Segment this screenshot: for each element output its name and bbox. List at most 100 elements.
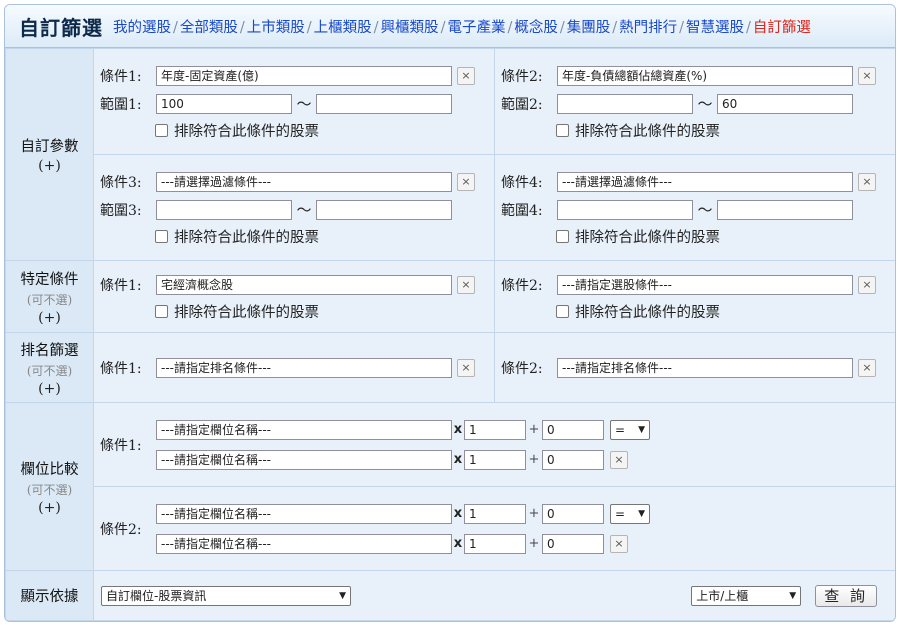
- nav-smart-picks[interactable]: 智慧選股: [686, 20, 744, 36]
- condition-select[interactable]: 年度-固定資產(億): [156, 65, 452, 86]
- nav-custom-filter[interactable]: 自訂篩選: [753, 20, 811, 36]
- market-select[interactable]: 上市/上櫃 ▼: [691, 585, 802, 606]
- ranking-select[interactable]: ---請指定排名條件---: [557, 357, 853, 378]
- compare-add-toggle[interactable]: (+): [6, 500, 93, 516]
- nav-concept-stocks[interactable]: 概念股: [514, 20, 558, 36]
- custom-params-label-cell: 自訂參數 (+): [5, 48, 94, 261]
- multiplier-a-input[interactable]: 1: [464, 503, 526, 524]
- condition-select[interactable]: 宅經濟概念股: [156, 274, 452, 295]
- display-label: 顯示依據: [20, 589, 79, 605]
- multiply-sign: x: [453, 536, 463, 551]
- exclude-checkbox[interactable]: [155, 305, 168, 318]
- nav-all-sectors[interactable]: 全部類股: [180, 20, 238, 36]
- clear-condition-button[interactable]: ×: [610, 450, 628, 469]
- range-min-input[interactable]: [557, 199, 693, 220]
- operator-select[interactable]: = ▼: [610, 503, 650, 524]
- clear-condition-button[interactable]: ×: [457, 172, 475, 191]
- clear-condition-button[interactable]: ×: [858, 66, 876, 85]
- nav-separator: /: [679, 19, 685, 36]
- category-nav: 我的選股 / 全部類股 / 上市類股 / 上櫃類股 / 興櫃類股 / 電子產業 / 概念股 / 集團股 / 熱門…: [113, 16, 811, 37]
- range-min-input[interactable]: [156, 199, 292, 220]
- field-b-select[interactable]: ---請指定欄位名稱---: [156, 449, 452, 470]
- condition-select[interactable]: ---請選擇過濾條件---: [557, 171, 853, 192]
- nav-separator: /: [173, 19, 178, 36]
- condition-label: 條件2:: [501, 360, 543, 377]
- clear-condition-button[interactable]: ×: [457, 66, 475, 85]
- condition-select[interactable]: ---請選擇過濾條件---: [156, 171, 452, 192]
- condition-select[interactable]: 年度-負債總額佔總資產(%): [557, 65, 853, 86]
- custom-params-add-toggle[interactable]: (+): [6, 158, 93, 174]
- range-min-input[interactable]: 100: [156, 93, 292, 114]
- exclude-label: 排除符合此條件的股票: [575, 230, 720, 246]
- plus-sign: +: [528, 506, 540, 521]
- display-label-cell: 顯示依據: [5, 570, 94, 621]
- range-max-input[interactable]: [316, 93, 452, 114]
- multiplier-b-input[interactable]: 1: [464, 449, 526, 470]
- offset-b-input[interactable]: 0: [542, 533, 604, 554]
- range-min-input[interactable]: [557, 93, 693, 114]
- query-button[interactable]: 查 詢: [815, 584, 877, 607]
- exclude-checkbox[interactable]: [155, 124, 168, 137]
- display-columns-select[interactable]: 自訂欄位-股票資訊 ▼: [101, 585, 351, 606]
- operator-select[interactable]: = ▼: [610, 419, 650, 440]
- condition-select[interactable]: ---請指定選股條件---: [557, 274, 853, 295]
- nav-separator: /: [373, 19, 379, 36]
- clear-condition-button[interactable]: ×: [457, 358, 475, 377]
- multiply-sign: x: [453, 452, 463, 467]
- condition-label: 條件1:: [100, 68, 142, 85]
- specific-label: 特定條件: [20, 271, 79, 288]
- exclude-checkbox[interactable]: [155, 230, 168, 243]
- ranking-add-toggle[interactable]: (+): [6, 381, 93, 397]
- field-a-select[interactable]: ---請指定欄位名稱---: [156, 419, 452, 440]
- chevron-down-icon: ▼: [638, 508, 645, 519]
- display-options: 自訂欄位-股票資訊 ▼ 上市/上櫃 ▼ 查 詢: [93, 570, 895, 621]
- specific-label-cell: 特定條件 (可不選) (+): [5, 260, 94, 333]
- nav-hot-rankings[interactable]: 熱門排行: [619, 20, 677, 36]
- exclude-checkbox[interactable]: [556, 230, 569, 243]
- offset-b-input[interactable]: 0: [542, 449, 604, 470]
- field-a-select[interactable]: ---請指定欄位名稱---: [156, 503, 452, 524]
- offset-a-input[interactable]: 0: [542, 503, 604, 524]
- nav-listed-sectors[interactable]: 上市類股: [247, 20, 305, 36]
- ranking-label: 排名篩選: [20, 342, 79, 359]
- offset-a-input[interactable]: 0: [542, 419, 604, 440]
- condition-label: 條件2:: [501, 277, 543, 294]
- ranking-select[interactable]: ---請指定排名條件---: [156, 357, 452, 378]
- nav-my-stocks[interactable]: 我的選股: [113, 20, 171, 36]
- plus-sign: +: [528, 422, 540, 437]
- page-title: 自訂篩選: [19, 15, 103, 40]
- condition-label: 條件1:: [100, 360, 142, 377]
- nav-separator: /: [559, 19, 565, 36]
- clear-condition-button[interactable]: ×: [858, 358, 876, 377]
- nav-separator: /: [239, 19, 245, 36]
- chevron-down-icon: ▼: [638, 424, 645, 435]
- nav-emerging-sectors[interactable]: 興櫃類股: [381, 20, 439, 36]
- exclude-checkbox[interactable]: [556, 124, 569, 137]
- field-b-select[interactable]: ---請指定欄位名稱---: [156, 533, 452, 554]
- nav-group-stocks[interactable]: 集團股: [567, 20, 611, 36]
- clear-condition-button[interactable]: ×: [858, 275, 876, 294]
- exclude-label: 排除符合此條件的股票: [174, 230, 319, 246]
- range-max-input[interactable]: 60: [717, 93, 853, 114]
- plus-sign: +: [528, 452, 540, 467]
- clear-condition-button[interactable]: ×: [457, 275, 475, 294]
- clear-condition-button[interactable]: ×: [858, 172, 876, 191]
- specific-add-toggle[interactable]: (+): [6, 310, 93, 326]
- multiplier-b-input[interactable]: 1: [464, 533, 526, 554]
- custom-condition-4: 條件4: ---請選擇過濾條件--- × 範圍4: ～ 排除符合此條件的股票: [494, 154, 895, 261]
- chevron-down-icon: ▼: [789, 590, 797, 601]
- compare-label-cell: 欄位比較 (可不選) (+): [5, 402, 94, 571]
- nav-electronics[interactable]: 電子產業: [447, 20, 505, 36]
- ranking-condition-1: 條件1: ---請指定排名條件--- ×: [93, 332, 495, 403]
- clear-condition-button[interactable]: ×: [610, 534, 628, 553]
- multiplier-a-input[interactable]: 1: [464, 419, 526, 440]
- display-columns-value: 自訂欄位-股票資訊: [106, 589, 207, 603]
- condition-label: 條件1:: [100, 277, 142, 294]
- range-max-input[interactable]: [717, 199, 853, 220]
- exclude-checkbox[interactable]: [556, 305, 569, 318]
- range-label: 範圍2:: [501, 96, 543, 113]
- range-max-input[interactable]: [316, 199, 452, 220]
- market-value: 上市/上櫃: [696, 589, 749, 603]
- nav-otc-sectors[interactable]: 上櫃類股: [314, 20, 372, 36]
- range-tilde: ～: [697, 95, 713, 113]
